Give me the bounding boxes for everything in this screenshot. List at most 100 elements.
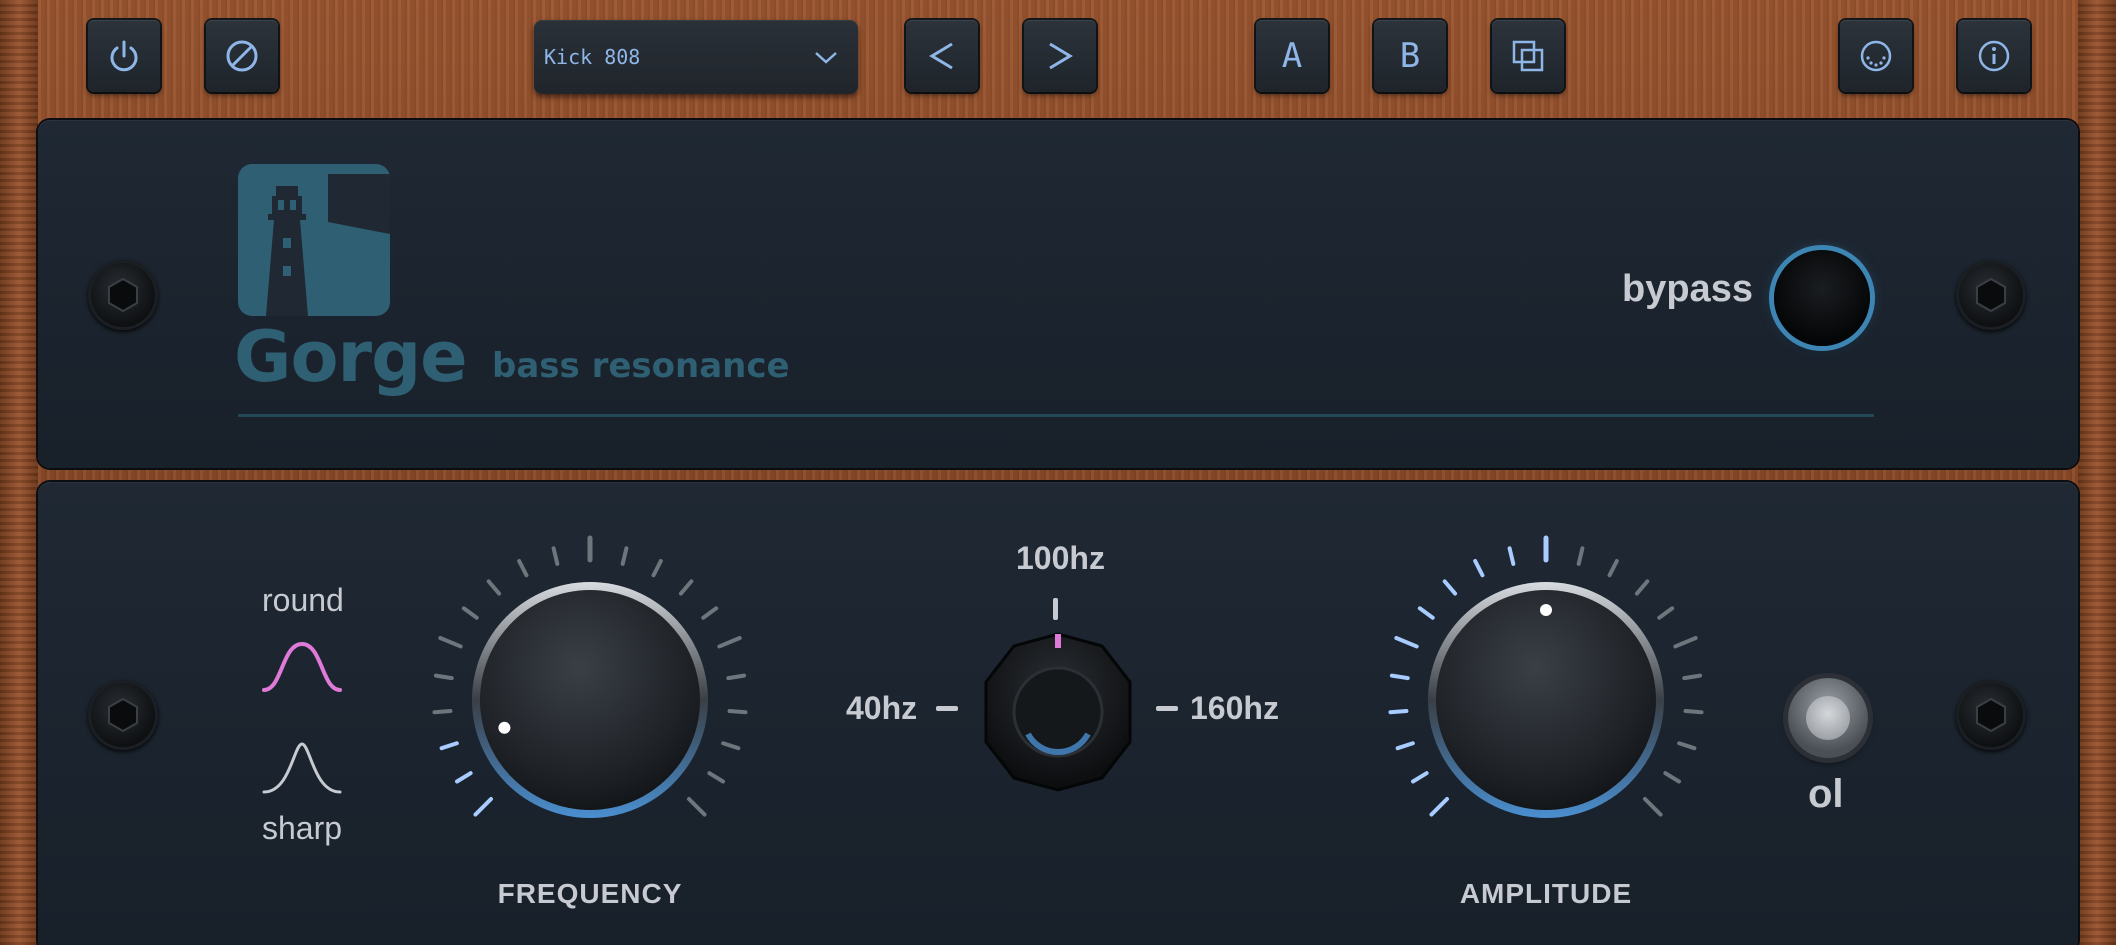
range-low-label: 40hz [846, 690, 918, 726]
lighthouse-logo [238, 164, 390, 316]
frequency-knob-tick [721, 741, 741, 751]
frequency-knob[interactable] [420, 530, 760, 870]
hex-screw-icon [1976, 697, 2006, 733]
range-low-tick [936, 706, 958, 711]
header-panel: Gorge bass resonance bypass [38, 120, 2078, 468]
frequency-knob-tick [726, 673, 747, 681]
amplitude-knob-tick [1673, 636, 1698, 649]
screw-top-left [88, 260, 158, 330]
compare-a-button[interactable]: A [1256, 20, 1328, 92]
frequency-knob-tick [473, 796, 494, 817]
round-shape-button[interactable] [260, 634, 344, 696]
hex-screw-icon [1976, 277, 2006, 313]
power-icon [110, 40, 138, 72]
amplitude-knob-tick [1410, 771, 1429, 784]
amplitude-knob-tick [1473, 559, 1485, 578]
disable-button[interactable] [206, 20, 278, 92]
info-icon [1978, 40, 2010, 72]
next-preset-button[interactable] [1024, 20, 1096, 92]
amplitude-knob-tick [1657, 606, 1675, 620]
amplitude-knob-tick [1507, 546, 1516, 566]
amplitude-knob-body [1436, 590, 1656, 810]
amplitude-knob-tick [1388, 708, 1409, 715]
amplitude-knob-tick [1395, 741, 1415, 751]
range-mid-label: 100hz [1016, 540, 1105, 576]
preset-name: Kick 808 [544, 45, 641, 69]
frequency-knob-indicator [498, 721, 511, 734]
amplitude-label: AMPLITUDE [1459, 878, 1633, 909]
frequency-knob-tick [454, 771, 473, 784]
bypass-label: bypass [1622, 268, 1753, 310]
wood-side-right [2078, 0, 2116, 945]
brand-tagline: bass resonance [492, 346, 790, 386]
frequency-knob-tick [517, 559, 529, 578]
copy-icon [1512, 40, 1544, 72]
screw-top-right [1956, 260, 2026, 330]
amplitude-knob-tick [1634, 579, 1650, 596]
screw-bottom-left [88, 680, 158, 750]
midi-button[interactable] [1840, 20, 1912, 92]
amplitude-knob-tick [1429, 796, 1450, 817]
hex-screw-icon [108, 697, 138, 733]
frequency-knob-tick [461, 606, 479, 620]
amplitude-knob-tick [1683, 708, 1704, 715]
chevron-right-icon [1049, 42, 1073, 70]
toolbar: Kick 808 A B [38, 6, 2078, 106]
chevron-down-icon [815, 52, 837, 64]
range-mid-tick [1053, 598, 1058, 620]
frequency-knob-tick [651, 559, 663, 578]
compare-b-button[interactable]: B [1374, 20, 1446, 92]
hex-screw-icon [108, 277, 138, 313]
chevron-left-icon [929, 42, 953, 70]
frequency-knob-tick [717, 636, 742, 649]
amplitude-knob-tick [1663, 771, 1682, 784]
previous-preset-button[interactable] [906, 20, 978, 92]
amplitude-knob-indicator [1540, 604, 1552, 616]
frequency-knob-tick [701, 606, 719, 620]
wood-side-left [0, 0, 38, 945]
amplitude-knob[interactable] [1376, 530, 1716, 870]
frequency-knob-tick [620, 546, 629, 566]
overload-label: ol [1808, 772, 1844, 816]
amplitude-knob-tick [1677, 741, 1697, 751]
midi-icon [1860, 40, 1892, 72]
amplitude-knob-tick [1682, 673, 1703, 681]
frequency-knob-tick [727, 708, 748, 715]
amplitude-knob-tick [1417, 606, 1435, 620]
frequency-knob-tick [678, 579, 694, 596]
shape-sharp-label: sharp [262, 810, 343, 846]
frequency-label: FREQUENCY [497, 878, 683, 909]
info-button[interactable] [1958, 20, 2030, 92]
range-selector-knob[interactable] [972, 626, 1144, 798]
frequency-knob-tick [686, 796, 707, 817]
range-high-label: 160hz [1190, 690, 1279, 726]
shape-round-label: round [262, 582, 344, 618]
compare-b-label: B [1399, 36, 1421, 76]
amplitude-knob-tick [1576, 546, 1585, 566]
bypass-button[interactable] [1774, 250, 1870, 346]
brand-divider [238, 414, 1874, 417]
range-high-tick [1156, 706, 1178, 711]
frequency-knob-tick [551, 546, 560, 566]
power-button[interactable] [88, 20, 160, 92]
amplitude-knob-tick [1642, 796, 1663, 817]
amplitude-knob-tick [1394, 636, 1419, 649]
frequency-knob-body [480, 590, 700, 810]
lighthouse-icon [266, 174, 390, 316]
frequency-knob-tick [439, 741, 459, 751]
sharp-shape-button[interactable] [260, 736, 344, 798]
frequency-knob-tick [707, 771, 726, 784]
preset-selector[interactable]: Kick 808 [534, 20, 858, 94]
amplitude-knob-tick [1607, 559, 1619, 578]
frequency-knob-tick [432, 708, 453, 715]
frequency-knob-tick [433, 673, 454, 681]
brand-name: Gorge [234, 316, 468, 398]
amplitude-knob-tick [1442, 579, 1458, 596]
compare-a-label: A [1281, 36, 1303, 76]
screw-bottom-right [1956, 680, 2026, 750]
overload-button[interactable] [1788, 678, 1868, 758]
frequency-knob-tick [438, 636, 463, 649]
prohibit-icon [226, 40, 258, 72]
amplitude-knob-tick [1389, 673, 1410, 681]
copy-ab-button[interactable] [1492, 20, 1564, 92]
